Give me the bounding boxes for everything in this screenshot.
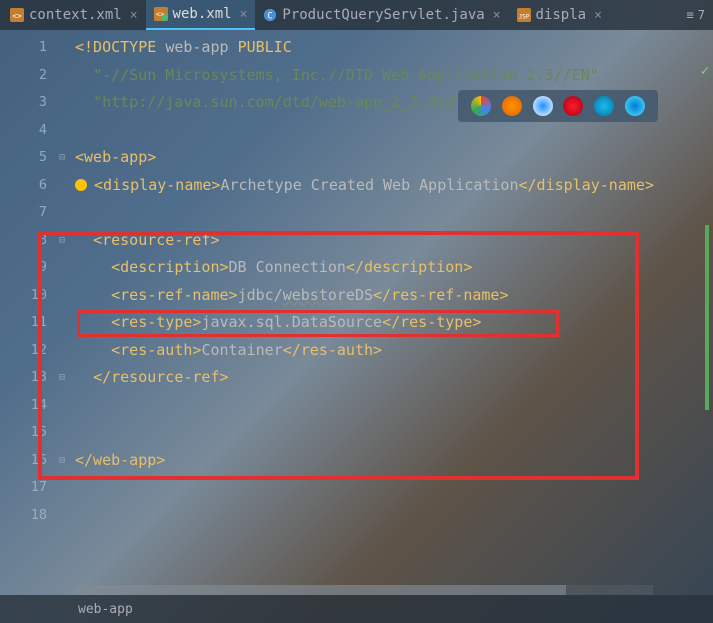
file-icon: JSP	[517, 8, 531, 22]
close-icon[interactable]: ×	[594, 8, 602, 23]
tabs-list: <> context.xml × <> web.xml × C ProductQuerySer…	[2, 0, 610, 30]
tab-label: ProductQueryServlet.java	[282, 7, 484, 23]
line-gutter: 123456789101112131415161718	[0, 30, 55, 595]
tab-displa[interactable]: JSP displa ×	[509, 0, 610, 30]
opera-icon[interactable]	[563, 96, 583, 116]
scrollbar-thumb[interactable]	[75, 585, 566, 595]
browser-preview-toolbar	[458, 90, 658, 122]
firefox-icon[interactable]	[502, 96, 522, 116]
tab-counter: 7	[698, 8, 705, 22]
tab-label: web.xml	[173, 6, 232, 22]
safari-icon[interactable]	[533, 96, 553, 116]
horizontal-scrollbar[interactable]	[75, 585, 653, 595]
file-icon: C	[263, 8, 277, 22]
list-icon[interactable]: ≡	[687, 8, 694, 22]
edge-icon[interactable]	[625, 96, 645, 116]
inspection-ok-icon[interactable]: ✓	[701, 63, 709, 79]
close-icon[interactable]: ×	[240, 7, 248, 22]
svg-text:C: C	[268, 12, 273, 22]
change-marker	[705, 225, 709, 410]
ie-icon[interactable]	[594, 96, 614, 116]
tab-ProductQueryServlet-java[interactable]: C ProductQueryServlet.java ×	[255, 0, 508, 30]
file-icon: <>	[154, 7, 168, 21]
close-icon[interactable]: ×	[130, 8, 138, 23]
svg-text:<>: <>	[12, 12, 22, 21]
editor-area[interactable]: 123456789101112131415161718 ⊟ ⊟ ⊟ ⊟ <!DO…	[0, 30, 713, 595]
fold-gutter[interactable]: ⊟ ⊟ ⊟ ⊟	[55, 30, 69, 595]
tab-label: displa	[536, 7, 587, 23]
tab-bar: <> context.xml × <> web.xml × C ProductQuerySer…	[0, 0, 713, 30]
tab-label: context.xml	[29, 7, 122, 23]
svg-text:JSP: JSP	[518, 14, 529, 21]
tab-web-xml[interactable]: <> web.xml ×	[146, 0, 256, 30]
chrome-icon[interactable]	[471, 96, 491, 116]
close-icon[interactable]: ×	[493, 8, 501, 23]
breadcrumb-bar[interactable]: web-app	[0, 595, 713, 623]
breadcrumb-item[interactable]: web-app	[78, 602, 133, 617]
file-icon: <>	[10, 8, 24, 22]
svg-text:<>: <>	[155, 11, 163, 19]
tab-toolbar: ≡ 7	[687, 8, 711, 22]
tab-context-xml[interactable]: <> context.xml ×	[2, 0, 146, 30]
